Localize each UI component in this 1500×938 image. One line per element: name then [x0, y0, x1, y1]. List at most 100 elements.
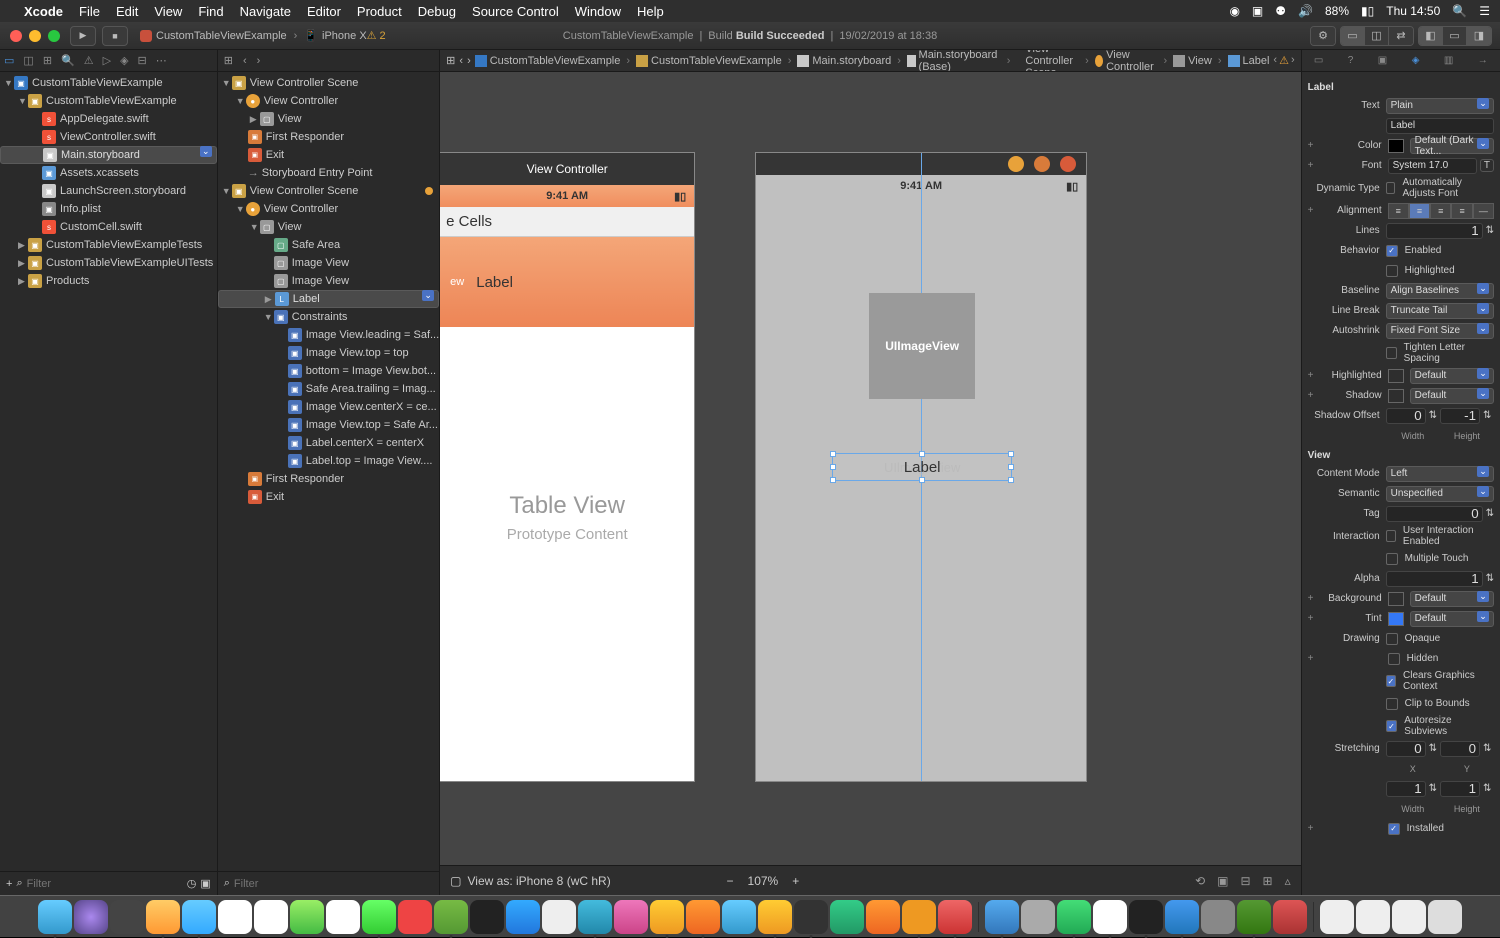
outline-constraint[interactable]: ▣Safe Area.trailing = Imag...: [218, 380, 439, 398]
tree-file-selected[interactable]: ▣Main.storyboard: [0, 146, 217, 164]
connections-inspector-tab[interactable]: →: [1478, 55, 1488, 66]
autoshrink-select[interactable]: Fixed Font Size: [1386, 323, 1494, 339]
menu-product[interactable]: Product: [357, 4, 402, 19]
outline-constraint[interactable]: ▣Label.centerX = centerX: [218, 434, 439, 452]
wifi-icon[interactable]: ⚉: [1275, 4, 1286, 18]
add-icon[interactable]: +: [1308, 613, 1318, 624]
zoom-out-button[interactable]: −: [727, 874, 734, 888]
dock-app[interactable]: [506, 900, 540, 934]
add-icon[interactable]: +: [1308, 160, 1318, 171]
zoom-level[interactable]: 107%: [748, 874, 779, 888]
resize-handle[interactable]: [1008, 477, 1014, 483]
canvas-label-selected[interactable]: UIlmageView Label: [832, 453, 1012, 481]
autoresize-checkbox[interactable]: [1386, 720, 1398, 732]
tag-field[interactable]: [1386, 506, 1483, 522]
dock-trash[interactable]: [1428, 900, 1462, 934]
size-inspector-tab[interactable]: ▥: [1444, 55, 1453, 66]
outline-exit[interactable]: ▣Exit: [218, 146, 439, 164]
recent-filter-icon[interactable]: ◷: [187, 877, 197, 890]
menu-window[interactable]: Window: [575, 4, 621, 19]
nav-tab-icon[interactable]: ⋯: [156, 54, 167, 67]
dock-app[interactable]: [146, 900, 180, 934]
resize-handle[interactable]: [1008, 451, 1014, 457]
add-icon[interactable]: +: [1308, 205, 1318, 216]
outline-exit[interactable]: ▣Exit: [218, 488, 439, 506]
stretch-h-field[interactable]: [1440, 781, 1480, 797]
back-icon[interactable]: ‹: [459, 55, 463, 67]
clock[interactable]: Thu 14:50: [1386, 4, 1440, 18]
dock-app-safari[interactable]: [722, 900, 756, 934]
resize-handle[interactable]: [830, 477, 836, 483]
alignment-segmented[interactable]: ≡≡≡≡—: [1388, 203, 1494, 219]
content-mode-select[interactable]: Left: [1386, 466, 1494, 482]
canvas-scene-2[interactable]: 9:41 AM▮▯ UIImageView UIlmageView Label: [755, 152, 1087, 782]
prev-issue-icon[interactable]: ‹: [1273, 54, 1277, 67]
dock-folder[interactable]: [1356, 900, 1390, 934]
stepper-icon[interactable]: ⇅: [1429, 410, 1437, 421]
outline-label-selected[interactable]: ▶LLabel: [218, 290, 439, 308]
menu-debug[interactable]: Debug: [418, 4, 456, 19]
tree-file[interactable]: sAppDelegate.swift: [0, 110, 217, 128]
menu-help[interactable]: Help: [637, 4, 664, 19]
dock-app[interactable]: [398, 900, 432, 934]
dock-app[interactable]: [686, 900, 720, 934]
stepper-icon[interactable]: ⇅: [1486, 225, 1494, 236]
stepper-icon[interactable]: ⇅: [1429, 783, 1437, 794]
toggle-navigator-button[interactable]: ◧: [1419, 27, 1443, 45]
add-icon[interactable]: +: [1308, 370, 1318, 381]
tree-file[interactable]: ▣LaunchScreen.storyboard: [0, 182, 217, 200]
dock-app-chrome[interactable]: [650, 900, 684, 934]
dock-app-notes[interactable]: [254, 900, 288, 934]
outline-constraint[interactable]: ▣Image View.leading = Saf...: [218, 326, 439, 344]
outline-first-responder[interactable]: ▣First Responder: [218, 128, 439, 146]
uie-checkbox[interactable]: [1386, 530, 1396, 542]
related-items-icon[interactable]: ⊞: [446, 54, 455, 67]
vc-dock-icon[interactable]: [1008, 156, 1024, 172]
dock-app-maps[interactable]: [290, 900, 324, 934]
outline-imageview[interactable]: ▢Image View: [218, 254, 439, 272]
stepper-icon[interactable]: ⇅: [1486, 573, 1494, 584]
tree-project[interactable]: ▼▣CustomTableViewExample: [0, 74, 217, 92]
scm-filter-icon[interactable]: ▣: [200, 877, 210, 890]
dock-app-preferences[interactable]: [1021, 900, 1055, 934]
menu-source-control[interactable]: Source Control: [472, 4, 559, 19]
dock-app[interactable]: [434, 900, 468, 934]
outline-scene[interactable]: ▼▣View Controller Scene: [218, 74, 439, 92]
project-navigator-tab[interactable]: ▭: [4, 54, 14, 67]
forward-icon[interactable]: ›: [257, 55, 261, 67]
outline-constraint[interactable]: ▣Image View.top = top: [218, 344, 439, 362]
dock-folder[interactable]: [1320, 900, 1354, 934]
stepper-icon[interactable]: ⇅: [1483, 783, 1491, 794]
background-select[interactable]: Default: [1410, 591, 1494, 607]
window-minimize[interactable]: [29, 30, 41, 42]
shadow-color-select[interactable]: Default: [1410, 388, 1494, 404]
stretch-y-field[interactable]: [1440, 741, 1480, 757]
font-picker-icon[interactable]: T: [1480, 159, 1494, 172]
identity-inspector-tab[interactable]: ▣: [1378, 55, 1387, 66]
toggle-debug-button[interactable]: ▭: [1443, 27, 1467, 45]
text-field[interactable]: Label: [1386, 118, 1494, 134]
resize-handle[interactable]: [1008, 464, 1014, 470]
dock-app-terminal[interactable]: [1129, 900, 1163, 934]
ib-canvas[interactable]: View Controller 9:41 AM▮▯ e Cells ew Lab…: [440, 72, 1300, 865]
outline-vc[interactable]: ▼●View Controller: [218, 92, 439, 110]
attributes-inspector-tab[interactable]: ◈: [1412, 55, 1420, 66]
add-icon[interactable]: +: [1308, 140, 1318, 151]
stretch-x-field[interactable]: [1386, 741, 1426, 757]
font-field[interactable]: System 17.0: [1388, 158, 1477, 174]
dock-folder[interactable]: [1392, 900, 1426, 934]
view-as-button[interactable]: View as: iPhone 8 (wC hR): [468, 874, 611, 888]
tree-file[interactable]: sViewController.swift: [0, 128, 217, 146]
window-zoom[interactable]: [48, 30, 60, 42]
dock-app[interactable]: [830, 900, 864, 934]
outline-constraint[interactable]: ▣Label.top = Image View....: [218, 452, 439, 470]
installed-checkbox[interactable]: [1388, 823, 1400, 835]
device-config-icon[interactable]: ▢: [450, 874, 461, 888]
pin-icon[interactable]: ⊞: [1263, 874, 1273, 888]
add-icon[interactable]: +: [1308, 390, 1318, 401]
stop-button[interactable]: [102, 26, 128, 46]
color-select[interactable]: Default (Dark Text...: [1410, 138, 1494, 154]
dock-app-siri[interactable]: [74, 900, 108, 934]
prototype-cell[interactable]: ew Label: [440, 237, 694, 327]
lines-field[interactable]: [1386, 223, 1483, 239]
